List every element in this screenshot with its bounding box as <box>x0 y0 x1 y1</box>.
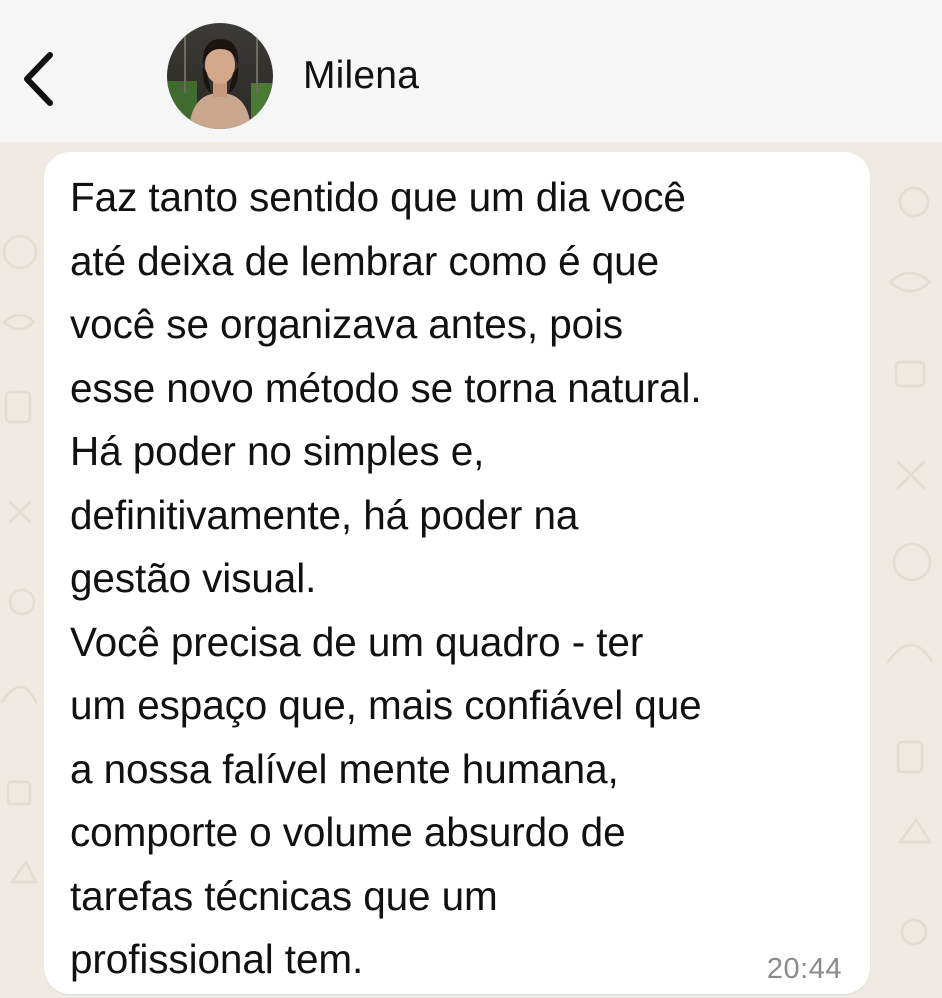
back-button[interactable] <box>10 44 70 114</box>
profile-photo <box>167 23 273 129</box>
message-text: Faz tanto sentido que um dia você até de… <box>70 174 702 982</box>
message-bubble[interactable]: Faz tanto sentido que um dia você até de… <box>44 152 870 994</box>
chevron-left-icon <box>24 52 53 106</box>
contact-name[interactable]: Milena <box>303 54 419 98</box>
avatar[interactable] <box>167 23 273 129</box>
message-timestamp: 20:44 <box>766 953 842 985</box>
chat-header: Milena <box>0 0 942 142</box>
